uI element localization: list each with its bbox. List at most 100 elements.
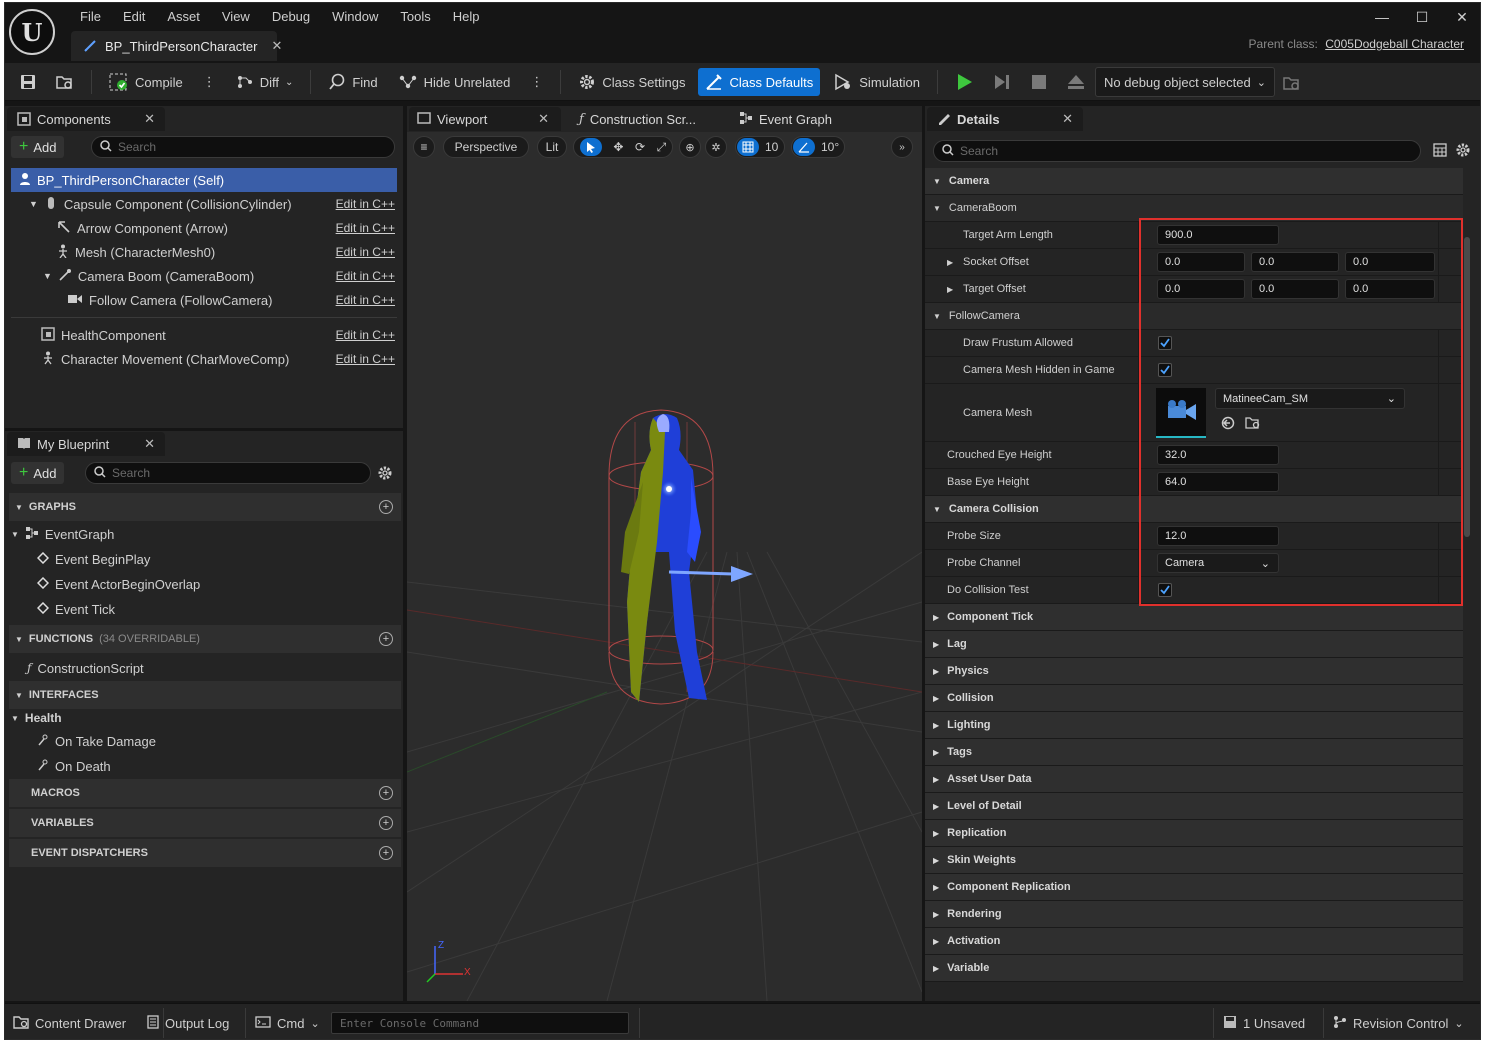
category-lag[interactable]: ▶ Lag	[925, 631, 1463, 658]
collapse-arrow-icon[interactable]: ▼	[11, 530, 19, 539]
use-selected-icon[interactable]	[1221, 416, 1235, 433]
hide-unrelated-button[interactable]: Hide Unrelated	[391, 68, 518, 96]
debug-object-select[interactable]: No debug object selected ⌄	[1095, 67, 1275, 97]
category-component-replication[interactable]: ▶ Component Replication	[925, 874, 1463, 901]
expand-arrow-icon[interactable]: ▶	[947, 258, 953, 267]
cmd-select[interactable]: Cmd ⌄	[255, 1012, 320, 1034]
add-dispatcher-icon[interactable]: +	[379, 846, 393, 860]
menu-item-help[interactable]: Help	[442, 7, 491, 27]
component-row-capsule[interactable]: ▼ Capsule Component (CollisionCylinder) …	[11, 192, 397, 216]
surface-snap-button[interactable]: ✲	[705, 136, 727, 158]
add-component-button[interactable]: + Add	[11, 136, 65, 158]
draw-frustum-checkbox[interactable]	[1158, 336, 1172, 350]
my-blueprint-tab[interactable]: My Blueprint ✕	[7, 432, 165, 456]
step-button[interactable]	[986, 68, 1018, 96]
component-row-self[interactable]: BP_ThirdPersonCharacter (Self)	[11, 168, 397, 192]
category-physics[interactable]: ▶ Physics	[925, 658, 1463, 685]
edit-in-cpp-link[interactable]: Edit in C++	[336, 328, 395, 342]
camera-mesh-thumbnail[interactable]	[1156, 388, 1206, 438]
add-graph-icon[interactable]: +	[379, 500, 393, 514]
component-row-arrow[interactable]: Arrow Component (Arrow) Edit in C++	[11, 216, 397, 240]
close-tab-icon[interactable]: ✕	[271, 38, 282, 54]
category-component-tick[interactable]: ▶ Component Tick	[925, 604, 1463, 631]
edit-in-cpp-link[interactable]: Edit in C++	[336, 352, 395, 366]
rotate-tool-icon[interactable]: ⟳	[635, 140, 645, 154]
menu-item-file[interactable]: File	[69, 7, 112, 27]
probe-size-input[interactable]: 12.0	[1157, 526, 1279, 546]
edit-in-cpp-link[interactable]: Edit in C++	[336, 245, 395, 259]
hide-unrelated-options-button[interactable]: ⋮	[523, 68, 550, 96]
viewport-menu-button[interactable]: ≡	[413, 136, 435, 158]
tab-construction-script[interactable]: ƒ Construction Scr...	[571, 107, 704, 131]
details-search-input[interactable]: Search	[933, 140, 1421, 162]
stop-button[interactable]	[1024, 68, 1054, 96]
scale-tool-icon[interactable]: ⤢	[657, 140, 667, 155]
unsaved-button[interactable]: 1 Unsaved	[1223, 1012, 1305, 1034]
close-tab-icon[interactable]: ✕	[1062, 111, 1073, 127]
subcategory-camera-boom[interactable]: ▼ CameraBoom	[925, 195, 1463, 222]
components-search-input[interactable]: Search	[91, 136, 395, 158]
viewport-scene[interactable]: X Z ≡ Perspective Lit ✥ ⟳ ⤢ ⊕ ✲ 10 10° »	[407, 132, 922, 1001]
lit-button[interactable]: Lit	[537, 136, 567, 158]
browse-asset-icon[interactable]	[1245, 416, 1261, 433]
parent-class-link[interactable]: C005Dodgeball Character	[1325, 37, 1464, 51]
perspective-button[interactable]: Perspective	[443, 136, 529, 158]
compile-options-button[interactable]: ⋮	[196, 68, 223, 96]
collapse-arrow-icon[interactable]: ▼	[11, 714, 19, 723]
grid-snap-button[interactable]: 10	[735, 136, 785, 158]
tab-viewport[interactable]: Viewport ✕	[409, 107, 561, 131]
event-graph-item[interactable]: ▼ EventGraph	[11, 522, 114, 546]
eject-button[interactable]	[1060, 68, 1092, 96]
minimize-icon[interactable]: —	[1362, 4, 1402, 30]
category-level-of-detail[interactable]: ▶ Level of Detail	[925, 793, 1463, 820]
menu-item-window[interactable]: Window	[321, 7, 389, 27]
expand-arrow-icon[interactable]: ▶	[947, 285, 953, 294]
interfaces-section-header[interactable]: ▼ INTERFACES	[9, 681, 401, 709]
details-tab[interactable]: Details ✕	[927, 107, 1083, 131]
edit-in-cpp-link[interactable]: Edit in C++	[336, 221, 395, 235]
component-row-health[interactable]: HealthComponent Edit in C++	[11, 323, 397, 347]
tab-event-graph[interactable]: Event Graph	[731, 107, 840, 131]
expand-arrow-icon[interactable]: ▼	[29, 199, 38, 209]
unreal-logo[interactable]: U	[9, 9, 55, 55]
base-eye-height-input[interactable]: 64.0	[1157, 472, 1279, 492]
move-tool-icon[interactable]: ✥	[613, 140, 623, 154]
probe-channel-select[interactable]: Camera ⌄	[1157, 553, 1279, 573]
category-camera[interactable]: ▼ Camera	[925, 168, 1463, 195]
menu-item-edit[interactable]: Edit	[112, 7, 156, 27]
health-interface-item[interactable]: ▼ Health	[11, 707, 62, 729]
class-defaults-button[interactable]: Class Defaults	[698, 68, 821, 96]
component-row-mesh[interactable]: Mesh (CharacterMesh0) Edit in C++	[11, 240, 397, 264]
edit-in-cpp-link[interactable]: Edit in C++	[336, 197, 395, 211]
add-macro-icon[interactable]: +	[379, 786, 393, 800]
console-command-input[interactable]: Enter Console Command	[331, 1012, 629, 1034]
on-death-item[interactable]: On Death	[37, 754, 111, 778]
component-row-camera-boom[interactable]: ▼ Camera Boom (CameraBoom) Edit in C++	[11, 264, 397, 288]
category-skin-weights[interactable]: ▶ Skin Weights	[925, 847, 1463, 874]
add-function-icon[interactable]: +	[379, 632, 393, 646]
category-collision[interactable]: ▶ Collision	[925, 685, 1463, 712]
category-lighting[interactable]: ▶ Lighting	[925, 712, 1463, 739]
category-tags[interactable]: ▶ Tags	[925, 739, 1463, 766]
debug-browse-icon[interactable]	[1283, 75, 1301, 94]
dispatchers-section-header[interactable]: EVENT DISPATCHERS +	[9, 839, 401, 867]
graphs-section-header[interactable]: ▼ GRAPHS +	[9, 493, 401, 521]
do-collision-test-checkbox[interactable]	[1158, 583, 1172, 597]
content-drawer-button[interactable]: Content Drawer	[13, 1012, 126, 1034]
edit-in-cpp-link[interactable]: Edit in C++	[336, 293, 395, 307]
close-window-icon[interactable]: ✕	[1442, 4, 1480, 30]
functions-section-header[interactable]: ▼ FUNCTIONS (34 OVERRIDABLE) +	[9, 625, 401, 653]
crouched-eye-height-input[interactable]: 32.0	[1157, 445, 1279, 465]
menu-item-asset[interactable]: Asset	[156, 7, 211, 27]
socket-offset-z-input[interactable]: 0.0	[1345, 252, 1435, 272]
compile-button[interactable]: Compile	[102, 68, 190, 96]
menu-item-debug[interactable]: Debug	[261, 7, 321, 27]
table-view-icon[interactable]	[1433, 143, 1447, 160]
category-asset-user-data[interactable]: ▶ Asset User Data	[925, 766, 1463, 793]
category-camera-collision[interactable]: ▼ Camera Collision	[925, 496, 1463, 523]
socket-offset-y-input[interactable]: 0.0	[1251, 252, 1339, 272]
revision-control-button[interactable]: Revision Control ⌄	[1333, 1012, 1464, 1034]
category-activation[interactable]: ▶ Activation	[925, 928, 1463, 955]
subcategory-follow-camera[interactable]: ▼ FollowCamera	[925, 303, 1463, 330]
save-button[interactable]	[13, 68, 43, 96]
